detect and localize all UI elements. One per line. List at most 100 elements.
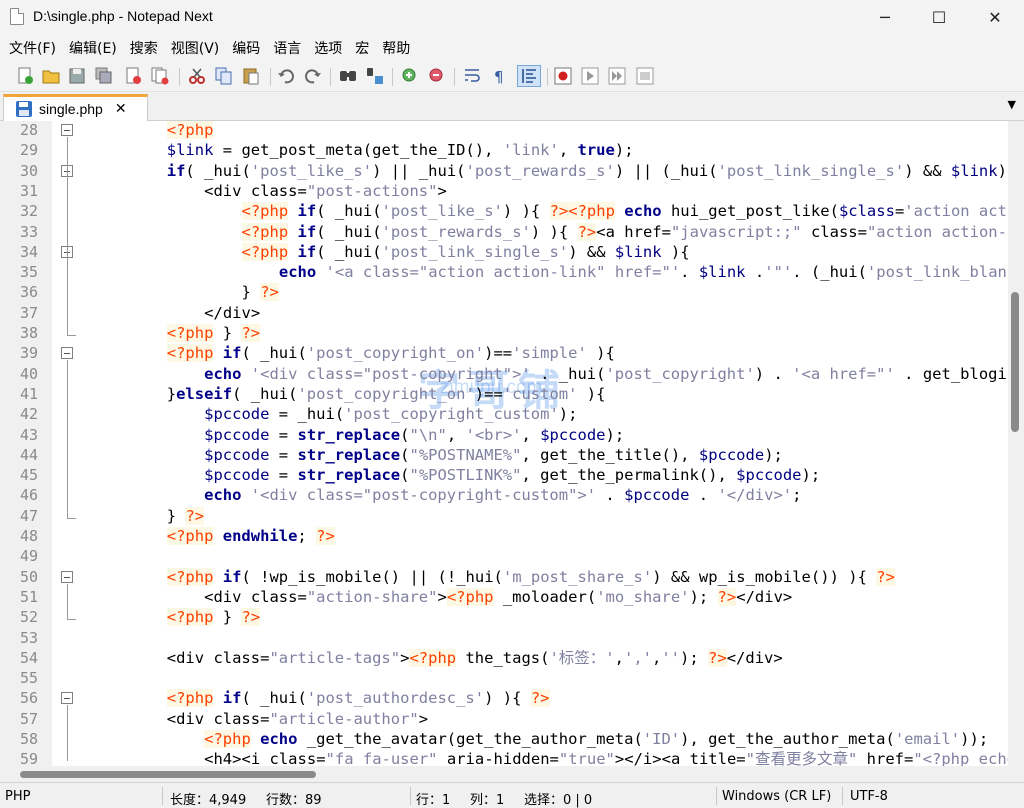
code-line[interactable]: <div class="post-actions"> [92,181,1008,201]
code-line[interactable]: }elseif( _hui('post_copyright_on')=='cus… [92,384,1008,404]
line-number: 39 [19,344,38,363]
vertical-scroll-thumb[interactable] [1011,292,1019,432]
tab-list-dropdown[interactable]: ▼ [1008,98,1016,111]
menu-file[interactable]: 文件(F) [6,36,66,58]
code-line[interactable]: <div class="article-author"> [92,709,1008,729]
save-icon[interactable] [67,67,87,85]
code-line[interactable] [92,628,1008,648]
close-button[interactable]: ✕ [972,0,1018,34]
tab-close-icon[interactable]: ✕ [115,101,127,117]
fold-line [67,705,68,762]
code-line[interactable]: <?php endwhile; ?> [92,526,1008,546]
code-line[interactable]: $pccode = str_replace("%POSTLINK%", get_… [92,465,1008,485]
new-file-icon[interactable] [15,67,35,85]
line-number: 35 [19,263,38,282]
code-line[interactable]: } ?> [92,282,1008,302]
code-line[interactable]: echo '<div class="post-copyright-custom"… [92,485,1008,505]
stop-macro-icon[interactable] [580,67,600,85]
code-line[interactable]: <h4><i class="fa fa-user" aria-hidden="t… [92,749,1008,766]
code-line[interactable]: <?php if( _hui('post_link_single_s') && … [92,242,1008,262]
record-macro-icon[interactable] [553,67,573,85]
word-wrap-icon[interactable] [462,67,482,85]
close-file-icon[interactable] [123,67,143,85]
fold-toggle-icon[interactable] [61,570,73,583]
code-line[interactable]: if( _hui('post_like_s') || _hui('post_re… [92,161,1008,181]
code-line[interactable]: <?php [92,121,1008,140]
fold-toggle-icon[interactable] [61,347,73,360]
save-macro-icon[interactable] [635,67,655,85]
tab-single-php[interactable]: single.php ✕ [3,94,148,121]
code-line[interactable] [92,668,1008,688]
code-line[interactable]: echo '<div class="post-copyright">' . _h… [92,364,1008,384]
play-macro-icon[interactable] [607,67,627,85]
code-line[interactable]: <?php } ?> [92,607,1008,627]
line-number: 59 [19,750,38,766]
code-line[interactable]: <?php echo _get_the_avatar(get_the_autho… [92,729,1008,749]
undo-icon[interactable] [276,67,296,85]
line-number: 44 [19,445,38,464]
status-col: 列：1 [470,793,505,808]
line-number: 30 [19,161,38,180]
fold-toggle-icon[interactable] [61,692,73,705]
close-all-icon[interactable] [150,67,170,85]
code-line[interactable]: } ?> [92,506,1008,526]
code-line[interactable]: <?php if( _hui('post_copyright_on')=='si… [92,343,1008,363]
code-line[interactable]: $link = get_post_meta(get_the_ID(), 'lin… [92,140,1008,160]
code-line[interactable]: $pccode = _hui('post_copyright_custom'); [92,404,1008,424]
line-number: 29 [19,141,38,160]
menu-encoding[interactable]: 编码 [229,36,270,58]
find-icon[interactable] [338,67,358,85]
status-eol[interactable]: Windows (CR LF) [722,789,831,804]
save-all-icon[interactable] [94,67,114,85]
menu-edit[interactable]: 编辑(E) [66,36,127,58]
code-line[interactable]: <div class="action-share"><?php _moloade… [92,587,1008,607]
open-file-icon[interactable] [41,67,61,85]
maximize-button[interactable]: ☐ [916,0,962,34]
toolbar-separator [330,68,331,86]
line-number: 46 [19,486,38,505]
code-line[interactable]: <?php if( !wp_is_mobile() || (!_hui('m_p… [92,567,1008,587]
cut-icon[interactable] [187,67,207,85]
line-number: 38 [19,324,38,342]
code-line[interactable]: <?php if( _hui('post_authordesc_s') ){ ?… [92,688,1008,708]
code-editor[interactable]: 28 29 30 31 32 33 34 35 36 37 38 39 40 41 42 43 44 45 46 47… [0,121,1008,766]
status-encoding[interactable]: UTF-8 [850,789,888,804]
tab-label: single.php [39,101,103,117]
indent-guide-icon[interactable] [517,65,541,87]
code-line[interactable] [92,546,1008,566]
code-line[interactable]: <?php } ?> [92,323,1008,343]
paste-icon[interactable] [241,67,261,85]
code-line[interactable]: <div class="article-tags"><?php the_tags… [92,648,1008,668]
line-number: 58 [19,730,38,748]
saved-file-icon [15,100,33,118]
code-line[interactable]: <?php if( _hui('post_like_s') ){ ?><?php… [92,201,1008,221]
notepad-app-icon [10,8,24,25]
line-number: 54 [19,648,38,667]
line-number: 33 [19,222,38,241]
status-language[interactable]: PHP [5,789,30,804]
line-number: 53 [19,628,38,647]
redo-icon[interactable] [303,67,323,85]
menu-view[interactable]: 视图(V) [168,36,230,58]
zoom-out-icon[interactable] [427,67,447,85]
menu-language[interactable]: 语言 [270,36,311,58]
show-symbols-icon[interactable]: ¶ [489,67,509,85]
line-number: 49 [19,547,38,566]
horizontal-scroll-thumb[interactable] [20,771,316,778]
code-line[interactable]: $pccode = str_replace("%POSTNAME%", get_… [92,445,1008,465]
menu-settings[interactable]: 选项 [311,36,352,58]
code-line[interactable]: </div> [92,303,1008,323]
menu-help[interactable]: 帮助 [379,36,420,58]
fold-toggle-icon[interactable] [61,124,73,136]
code-line[interactable]: <?php if( _hui('post_rewards_s') ){ ?><a… [92,222,1008,242]
code-line[interactable]: echo '<a class="action action-link" href… [92,262,1008,282]
copy-icon[interactable] [214,67,234,85]
menu-macro[interactable]: 宏 [352,36,379,58]
code-line[interactable]: $pccode = str_replace("\n", '<br>', $pcc… [92,425,1008,445]
replace-icon[interactable] [365,67,385,85]
zoom-in-icon[interactable] [400,67,420,85]
vertical-scrollbar[interactable] [1008,121,1024,766]
line-number: 28 [19,121,38,139]
menu-search[interactable]: 搜索 [127,36,168,58]
minimize-button[interactable]: ─ [862,0,908,34]
